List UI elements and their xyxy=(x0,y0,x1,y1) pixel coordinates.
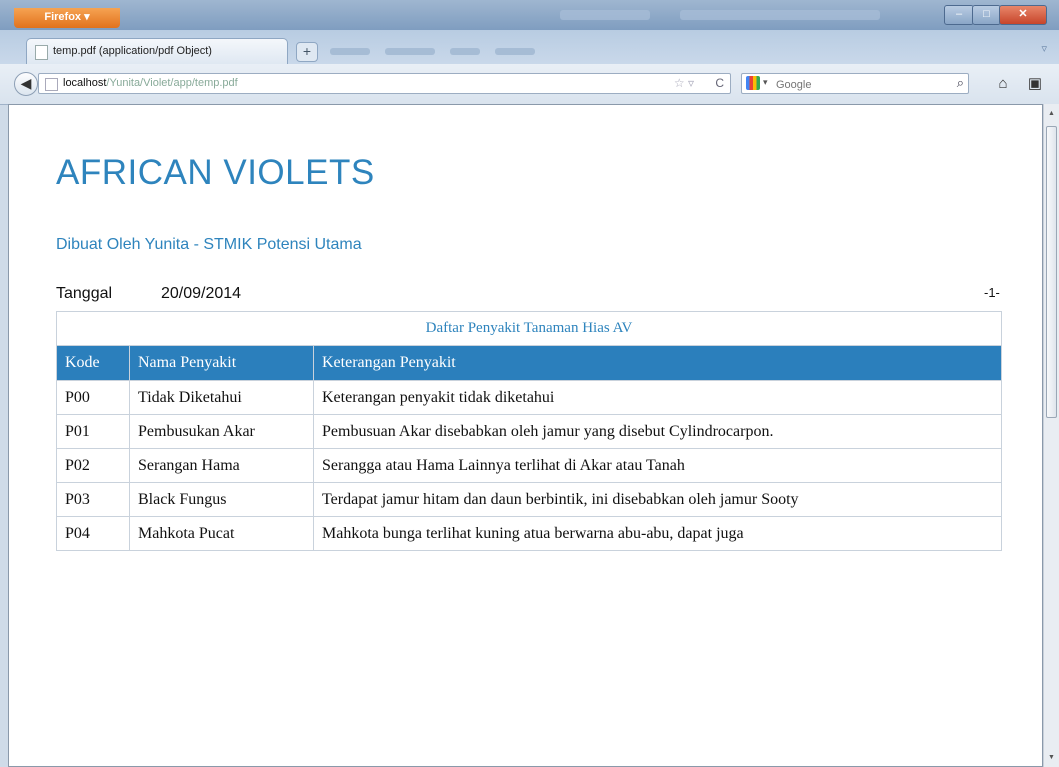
close-window-button[interactable]: ✕ xyxy=(999,5,1047,25)
vertical-scrollbar[interactable]: ▲ ▼ xyxy=(1043,104,1059,767)
table-row: P02 Serangan Hama Serangga atau Hama Lai… xyxy=(56,448,1002,483)
table-row: P04 Mahkota Pucat Mahkota bunga terlihat… xyxy=(56,516,1002,551)
reload-icon[interactable]: C xyxy=(715,76,724,90)
toolbar-overflow-icon[interactable]: ▣ xyxy=(1025,74,1045,94)
cell-nama: Tidak Diketahui xyxy=(129,380,314,415)
cell-keterangan: Mahkota bunga terlihat kuning atua berwa… xyxy=(313,516,1002,551)
cell-nama: Mahkota Pucat xyxy=(129,516,314,551)
table-header-row: Kode Nama Penyakit Keterangan Penyakit xyxy=(56,345,1002,381)
scrollbar-thumb[interactable] xyxy=(1046,126,1057,418)
navigation-toolbar: ◀ localhost/Yunita/Violet/app/temp.pdf ☆… xyxy=(0,64,1059,105)
url-host: localhost xyxy=(63,77,107,89)
cell-kode: P02 xyxy=(56,448,130,483)
tab-blur xyxy=(385,48,435,55)
tab-title: temp.pdf (application/pdf Object) xyxy=(53,45,212,57)
new-tab-button[interactable]: + xyxy=(296,42,318,62)
titlebar-blur xyxy=(680,10,880,20)
url-path: /Yunita/Violet/app/temp.pdf xyxy=(106,77,238,89)
cell-keterangan: Keterangan penyakit tidak diketahui xyxy=(313,380,1002,415)
firefox-menu-button[interactable]: Firefox ▾ xyxy=(14,8,120,28)
home-icon[interactable]: ⌂ xyxy=(993,74,1013,94)
search-icon[interactable]: ⌕ xyxy=(957,75,964,91)
search-input[interactable] xyxy=(774,76,928,93)
cell-kode: P01 xyxy=(56,414,130,449)
cell-nama: Pembusukan Akar xyxy=(129,414,314,449)
column-header-keterangan: Keterangan Penyakit xyxy=(313,345,1002,381)
cell-nama: Serangan Hama xyxy=(129,448,314,483)
cell-kode: P00 xyxy=(56,380,130,415)
arrow-left-icon: ◀ xyxy=(20,75,32,91)
engine-dropdown-icon[interactable]: ▾ xyxy=(763,77,768,88)
pdf-viewer: AFRICAN VIOLETS Dibuat Oleh Yunita - STM… xyxy=(8,104,1043,767)
table-caption-row: Daftar Penyakit Tanaman Hias AV xyxy=(56,311,1002,346)
window-titlebar: Firefox ▾ – □ ✕ xyxy=(0,0,1059,30)
document-title: AFRICAN VIOLETS xyxy=(56,153,375,192)
scroll-down-icon[interactable]: ▼ xyxy=(1046,752,1057,763)
tab-temp-pdf[interactable]: temp.pdf (application/pdf Object) xyxy=(26,38,288,64)
search-bar[interactable]: ▾ ⌕ xyxy=(741,73,969,94)
cell-nama: Black Fungus xyxy=(129,482,314,517)
date-label: Tanggal xyxy=(56,285,113,302)
date-value: 20/09/2014 xyxy=(161,285,242,302)
table-row: P00 Tidak Diketahui Keterangan penyakit … xyxy=(56,380,1002,415)
back-button[interactable]: ◀ xyxy=(14,72,38,96)
google-engine-icon[interactable] xyxy=(746,76,760,90)
url-bar[interactable]: localhost/Yunita/Violet/app/temp.pdf ☆ ▿… xyxy=(38,73,731,94)
document-subtitle: Dibuat Oleh Yunita - STMIK Potensi Utama xyxy=(56,236,362,253)
disease-table: Daftar Penyakit Tanaman Hias AV Kode Nam… xyxy=(56,311,1002,551)
cell-kode: P04 xyxy=(56,516,130,551)
column-header-kode: Kode xyxy=(56,345,130,381)
document-icon xyxy=(35,45,48,60)
tab-blur xyxy=(330,48,370,55)
cell-keterangan: Serangga atau Hama Lainnya terlihat di A… xyxy=(313,448,1002,483)
maximize-button[interactable]: □ xyxy=(972,5,1001,25)
firefox-menu-label: Firefox xyxy=(44,11,82,23)
tab-blur xyxy=(450,48,480,55)
bookmark-star-icon[interactable]: ☆ ▿ xyxy=(674,76,694,90)
table-row: P01 Pembusukan Akar Pembusuan Akar diseb… xyxy=(56,414,1002,449)
minimize-button[interactable]: – xyxy=(944,5,974,25)
url-text: localhost/Yunita/Violet/app/temp.pdf xyxy=(63,77,238,89)
titlebar-blur xyxy=(560,10,650,20)
list-all-tabs-icon[interactable]: ▿ xyxy=(1041,42,1047,55)
table-caption: Daftar Penyakit Tanaman Hias AV xyxy=(56,311,1002,346)
scroll-up-icon[interactable]: ▲ xyxy=(1046,108,1057,119)
page-number: -1- xyxy=(984,285,1000,300)
site-identity-icon[interactable] xyxy=(45,78,58,91)
cell-keterangan: Terdapat jamur hitam dan daun berbintik,… xyxy=(313,482,1002,517)
table-row: P03 Black Fungus Terdapat jamur hitam da… xyxy=(56,482,1002,517)
tab-strip: temp.pdf (application/pdf Object) + ▿ xyxy=(0,30,1059,64)
column-header-nama-penyakit: Nama Penyakit xyxy=(129,345,314,381)
tab-blur xyxy=(495,48,535,55)
cell-keterangan: Pembusuan Akar disebabkan oleh jamur yan… xyxy=(313,414,1002,449)
cell-kode: P03 xyxy=(56,482,130,517)
